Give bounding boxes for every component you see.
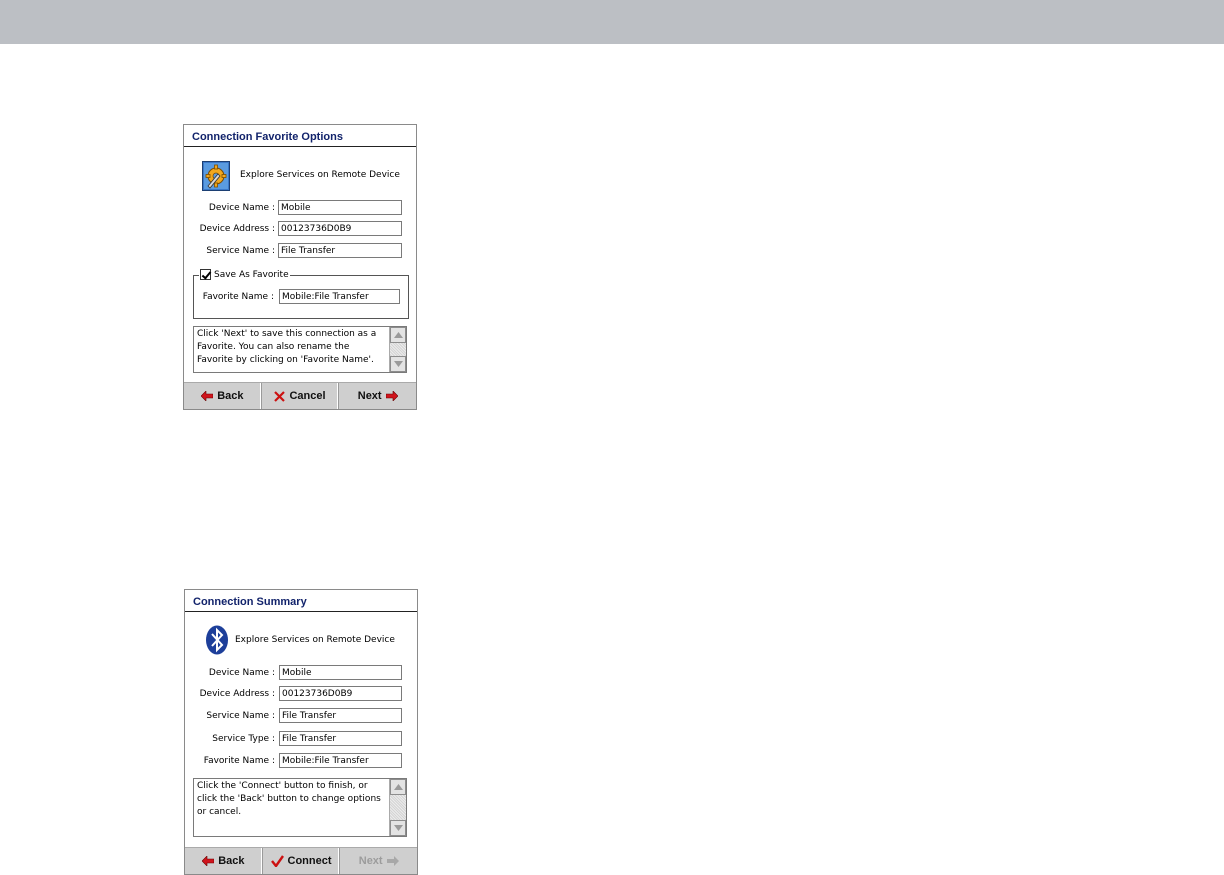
next-button-label: Next [357,390,382,402]
favorite-name-label: Favorite Name : [203,756,275,766]
connection-summary-dialog: Connection Summary Explore Services on R… [184,589,418,875]
help-message-text: Click the 'Connect' button to finish, or… [197,781,381,817]
help-message-text: Click 'Next' to save this connection as … [197,329,377,365]
dialog-footer: Back Connect Next [185,847,417,874]
connection-favorite-options-dialog: Connection Favorite Options Explore Serv… [183,124,417,410]
back-arrow-icon [202,856,215,866]
scroll-up-button[interactable] [390,779,406,795]
help-message-box: Click 'Next' to save this connection as … [193,326,407,373]
bluetooth-icon [205,625,229,659]
next-button-label: Next [358,855,383,867]
device-address-label: Device Address : [199,224,275,234]
service-type-label: Service Type : [212,734,275,744]
arrow-down-icon [394,361,403,367]
dialog-footer: Back Cancel Next [184,382,416,409]
checkmark-icon [270,855,284,867]
back-button-label: Back [217,390,244,402]
service-name-label: Service Name : [206,246,275,256]
header-text: Explore Services on Remote Device [240,170,400,180]
back-arrow-icon [201,391,214,401]
cancel-button-label: Cancel [289,390,326,402]
checkbox-checked-icon[interactable] [200,269,211,280]
device-address-label: Device Address : [199,689,275,699]
device-name-field[interactable]: Mobile [279,665,402,680]
scroll-up-button[interactable] [390,327,406,343]
back-button-label: Back [218,855,245,867]
device-name-label: Device Name : [208,668,275,678]
next-arrow-icon [386,856,399,866]
connect-button-label: Connect [287,855,332,867]
service-type-field[interactable]: File Transfer [279,731,402,746]
favorite-name-field[interactable]: Mobile:File Transfer [279,753,402,768]
next-button-disabled: Next [340,848,417,874]
settings-wrench-icon [202,161,230,195]
next-arrow-icon [385,391,398,401]
arrow-up-icon [394,784,403,790]
help-message-box: Click the 'Connect' button to finish, or… [193,778,407,837]
save-as-favorite-label: Save As Favorite [214,269,289,280]
service-name-field[interactable]: File Transfer [279,708,402,723]
dialog-title: Connection Summary [185,590,417,612]
message-scrollbar[interactable] [389,779,406,836]
scroll-down-button[interactable] [390,820,406,836]
connect-button[interactable]: Connect [263,848,341,874]
back-button[interactable]: Back [184,383,262,409]
save-as-favorite-checkbox[interactable]: Save As Favorite [199,269,290,280]
top-bar [0,0,1224,44]
next-button[interactable]: Next [339,383,416,409]
service-name-label: Service Name : [206,711,275,721]
device-address-field[interactable]: 00123736D0B9 [279,686,402,701]
cancel-x-icon [274,390,286,402]
device-address-field[interactable]: 00123736D0B9 [278,221,402,236]
cancel-button[interactable]: Cancel [262,383,340,409]
dialog-title: Connection Favorite Options [184,125,416,147]
header-text: Explore Services on Remote Device [235,635,395,645]
favorite-name-field[interactable]: Mobile:File Transfer [279,289,400,304]
message-scrollbar[interactable] [389,327,406,372]
back-button[interactable]: Back [185,848,263,874]
device-name-label: Device Name : [208,203,275,213]
device-name-field[interactable]: Mobile [278,200,402,215]
favorite-name-label: Favorite Name : [202,292,274,302]
arrow-down-icon [394,825,403,831]
scroll-down-button[interactable] [390,356,406,372]
service-name-field[interactable]: File Transfer [278,243,402,258]
arrow-up-icon [394,332,403,338]
